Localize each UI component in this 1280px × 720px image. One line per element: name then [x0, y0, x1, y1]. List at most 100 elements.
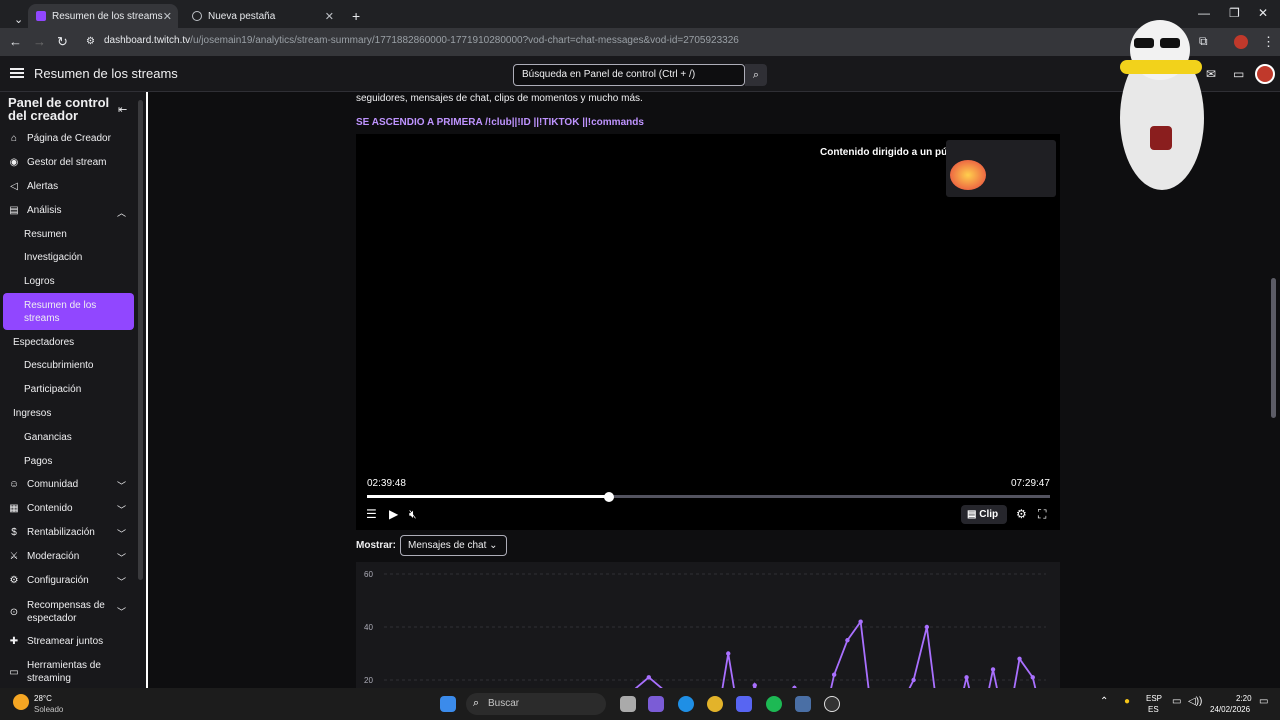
close-tab-icon[interactable]: ✕: [325, 10, 334, 23]
page-title: Resumen de los streams: [34, 66, 178, 81]
sidebar-scrollbar[interactable]: [138, 100, 143, 580]
network-icon[interactable]: ▭: [1172, 696, 1181, 707]
chart-point[interactable]: [990, 667, 996, 672]
sidebar-item-descubrimiento[interactable]: Descubrimiento: [24, 360, 93, 371]
chart-point[interactable]: [845, 638, 850, 643]
forward-icon[interactable]: →: [33, 34, 46, 49]
search-input[interactable]: Búsqueda en Panel de control (Ctrl + /): [513, 64, 745, 86]
chevron-down-icon[interactable]: ﹀: [117, 503, 126, 516]
back-icon[interactable]: ←: [9, 34, 22, 49]
weather-icon[interactable]: [13, 694, 29, 710]
sidebar-item-analisis[interactable]: ▤ Análisis: [8, 205, 61, 216]
tray-overflow-icon[interactable]: ⌃: [1100, 696, 1108, 707]
tab-new[interactable]: Nueva pestaña ✕: [184, 4, 340, 28]
settings-gear-icon[interactable]: ⚙: [1016, 507, 1027, 521]
search-icon[interactable]: ⌕: [745, 64, 767, 86]
close-tab-icon[interactable]: ✕: [163, 10, 172, 23]
clock-time[interactable]: 2:20: [1236, 694, 1252, 703]
windows-start-icon[interactable]: [440, 696, 456, 712]
sidebar-item-alertas[interactable]: ◁ Alertas: [8, 181, 58, 192]
new-tab-button[interactable]: +: [344, 4, 368, 28]
chart-point[interactable]: [831, 672, 837, 677]
chart-svg: 60 40 20: [364, 570, 1046, 720]
stream-title-link[interactable]: SE ASCENDIO A PRIMERA /!club||!ID ||!TIK…: [356, 117, 644, 128]
sidebar-item-pagos[interactable]: Pagos: [24, 456, 52, 467]
gear-icon: ⚙: [9, 575, 19, 586]
chevron-up-icon[interactable]: ︿: [117, 206, 126, 219]
chart-point[interactable]: [646, 675, 651, 680]
chat-messages-chart: 60 40 20: [356, 562, 1060, 720]
menu-kebab-icon[interactable]: ⋮: [1262, 34, 1275, 50]
taskbar-search[interactable]: Buscar: [466, 693, 606, 715]
sidebar-item-recompensas[interactable]: ⊙ Recompensas de espectador: [8, 599, 108, 625]
spotify-icon[interactable]: [766, 696, 782, 712]
site-info-icon[interactable]: ⚙: [86, 36, 95, 47]
sidebar-item-configuracion[interactable]: ⚙ Configuración: [8, 575, 89, 586]
app-icon[interactable]: [795, 696, 811, 712]
chapters-icon[interactable]: ☰: [366, 507, 377, 521]
chart-point[interactable]: [1030, 675, 1035, 680]
content-icon: ▦: [9, 503, 19, 514]
chart-point[interactable]: [726, 651, 731, 656]
chart-point[interactable]: [858, 619, 863, 624]
chevron-down-icon[interactable]: ﹀: [117, 551, 126, 564]
chart-point[interactable]: [911, 677, 916, 683]
chevron-down-icon[interactable]: ﹀: [117, 605, 126, 618]
chrome-icon[interactable]: [707, 696, 723, 712]
lang-top[interactable]: ESP: [1146, 694, 1162, 703]
collapse-sidebar-icon[interactable]: ⇤: [118, 103, 127, 116]
chart-point[interactable]: [924, 624, 930, 630]
sidebar-item-resumen[interactable]: Resumen: [24, 229, 67, 240]
play-icon[interactable]: ▶: [389, 507, 398, 521]
reload-icon[interactable]: ↻: [57, 34, 68, 50]
whispers-icon[interactable]: ▭: [1233, 67, 1244, 81]
maximize-icon[interactable]: ❐: [1229, 6, 1240, 20]
task-view-icon[interactable]: [620, 696, 636, 712]
notification-center-icon[interactable]: ▭: [1259, 696, 1268, 707]
sidebar-item-investigacion[interactable]: Investigación: [24, 252, 82, 263]
tab-twitch[interactable]: Resumen de los streams - Twitch ✕: [28, 4, 178, 28]
sidebar-item-gestor[interactable]: ◉ Gestor del stream: [8, 157, 107, 168]
seek-handle[interactable]: [603, 492, 614, 502]
page-scrollbar[interactable]: [1271, 278, 1276, 418]
sidebar-item-resumen-streams-label: Resumen de los streams: [24, 300, 97, 324]
chart-point[interactable]: [964, 675, 969, 680]
chevron-down-icon[interactable]: ﹀: [117, 479, 126, 492]
sidebar-item-ganancias[interactable]: Ganancias: [24, 432, 72, 443]
hamburger-menu-icon[interactable]: [10, 68, 24, 78]
avatar[interactable]: [1255, 64, 1275, 84]
clip-button[interactable]: ▤ Clip: [961, 505, 1007, 524]
clock-date[interactable]: 24/02/2026: [1210, 705, 1250, 714]
chart-point[interactable]: [1017, 656, 1022, 661]
volume-icon[interactable]: ◁)): [1188, 696, 1202, 707]
profile-icon[interactable]: [1234, 35, 1248, 49]
broadcast-icon: ◉: [9, 157, 19, 168]
sidebar-section-ingresos: Ingresos: [13, 408, 52, 419]
sidebar-item-streamear[interactable]: ✚ Streamear juntos: [8, 636, 103, 647]
search-icon: ⌕: [473, 697, 480, 709]
copilot-icon[interactable]: [648, 696, 664, 712]
chart-point[interactable]: [752, 683, 757, 688]
chevron-down-icon[interactable]: ﹀: [117, 575, 126, 588]
sidebar-item-logros[interactable]: Logros: [24, 276, 55, 287]
chevron-down-icon[interactable]: ﹀: [117, 527, 126, 540]
sidebar-item-herramientas[interactable]: ▭ Herramientas de streaming: [8, 659, 118, 685]
analytics-icon: ▤: [9, 205, 19, 216]
fullscreen-icon[interactable]: ⛶: [1038, 507, 1046, 522]
sidebar-item-moderacion[interactable]: ⚔ Moderación: [8, 551, 80, 562]
sword-icon: ⚔: [9, 551, 19, 562]
lang-bottom[interactable]: ES: [1148, 705, 1159, 714]
window-close-icon[interactable]: ✕: [1258, 6, 1268, 20]
chart-metric-select[interactable]: Mensajes de chat ⌄: [400, 535, 507, 556]
sidebar-item-pagina-creador[interactable]: ⌂ Página de Creador: [8, 133, 111, 144]
sidebar-item-comunidad[interactable]: ☺ Comunidad: [8, 479, 78, 490]
mic-icon[interactable]: ●: [1124, 696, 1130, 707]
discord-icon[interactable]: [736, 696, 752, 712]
edge-icon[interactable]: [678, 696, 694, 712]
mute-icon[interactable]: 🔇︎: [409, 507, 417, 522]
obs-icon[interactable]: [824, 696, 840, 712]
sidebar-item-rentabilizacion[interactable]: $ Rentabilización: [8, 527, 95, 538]
url-field[interactable]: dashboard.twitch.tv/u/josemain19/analyti…: [104, 35, 739, 46]
sidebar-item-participacion[interactable]: Participación: [24, 384, 81, 395]
sidebar-item-contenido[interactable]: ▦ Contenido: [8, 503, 72, 514]
